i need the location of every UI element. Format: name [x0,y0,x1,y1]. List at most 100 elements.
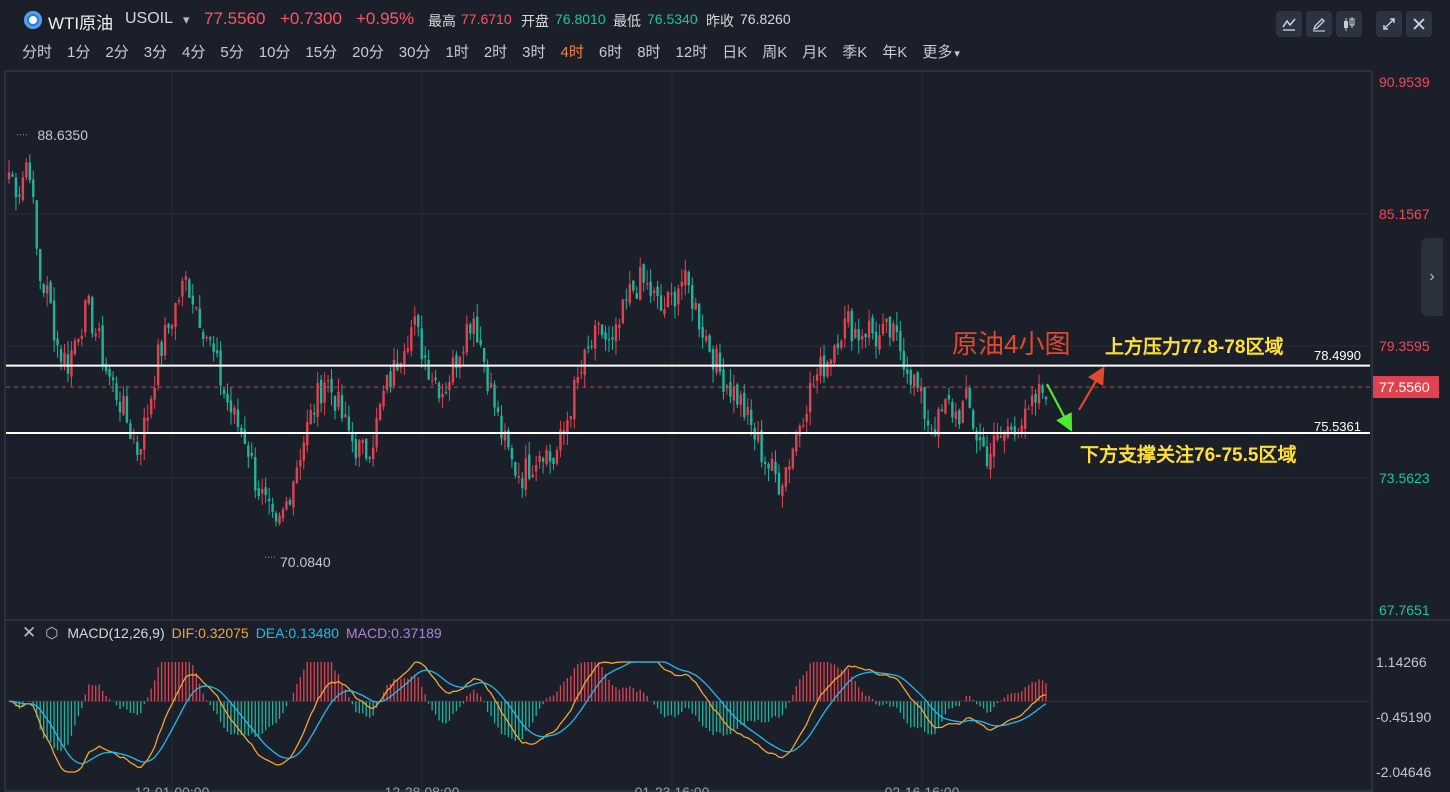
candle-body [729,382,732,397]
x-tick-label: 02-16 16:00 [885,784,960,792]
candle-body [444,391,448,394]
candle-body [7,172,11,180]
candle-body [767,463,770,469]
candle-body [798,425,801,437]
candle-body [496,407,500,413]
candle-body [899,331,902,352]
candle-body [188,279,191,298]
candle-body [63,352,66,366]
candle-body [191,295,195,305]
candle-body [448,382,451,391]
candle-body [202,331,205,339]
candle-body [701,326,704,338]
candle-body [840,340,843,348]
candle-body [781,485,784,497]
candle-body [878,335,881,350]
candle-body [548,451,552,462]
candle-body [11,174,14,177]
candle-body [489,383,493,388]
candle-body [288,499,292,505]
candle-body [534,465,538,472]
candle-body [413,316,416,325]
candle-body [14,177,18,198]
chart-canvas[interactable]: 88.6350 70.0840 90.9539 85.1567 79.3595 73.5… [0,0,1450,792]
macd-value: MACD:0.37189 [345,625,442,641]
candle-body [566,420,569,434]
arrow-up-red [1078,366,1105,411]
candle-body [1034,394,1037,403]
candle-body [826,361,829,377]
candle-body [358,440,361,457]
candle-body [174,302,177,327]
candle-body [652,290,656,294]
candles: 88.6350 70.0840 [7,127,1048,570]
candle-body [70,350,73,377]
candle-body [118,402,122,413]
x-tick-label: 12-28 08:00 [385,784,460,792]
candle-body [947,394,951,400]
candle-body [691,285,694,310]
candle-body [663,309,666,315]
candle-body [881,323,885,335]
candle-body [545,449,548,464]
candle-body [215,350,219,354]
candle-body [528,454,531,479]
candle-body [326,380,330,382]
candle-body [1027,408,1030,410]
candle-body [91,297,94,334]
x-tick-label: 01-23 16:00 [635,784,710,792]
candle-body [420,328,423,360]
candle-body [285,501,288,510]
candle-body [763,461,767,464]
candle-body [687,272,690,286]
candle-body [680,281,684,287]
candle-body [170,324,174,329]
candle-body [153,388,156,400]
candle-body [604,332,607,340]
candle-body [885,318,888,322]
candle-body [271,504,274,512]
candle-body [618,324,621,329]
candle-body [493,384,496,408]
candle-body [80,335,84,340]
candle-body [871,317,874,334]
candle-body [590,346,593,348]
candle-body [66,354,70,374]
candle-body [441,393,444,398]
candle-body [718,352,722,372]
macd-panel: 1.14266 -0.45190 -2.04646 [6,654,1431,780]
macd-label: MACD(12,26,9) [67,625,165,641]
candle-body [805,413,808,422]
candle-body [56,338,59,346]
candle-body [628,284,632,304]
candle-body [417,315,420,327]
support-line-label: 75.5361 [1314,419,1361,434]
candle-body [247,445,250,457]
candle-body [607,339,611,341]
candle-body [639,267,642,301]
candle-body [337,391,340,408]
candle-body [146,417,149,421]
candle-body [226,393,229,403]
candle-body [167,323,170,328]
macd-close-icon[interactable]: ✕ [22,623,36,643]
candle-body [961,401,964,423]
candle-body [49,282,52,304]
candle-body [219,350,222,386]
expand-sidebar-chevron-icon[interactable]: › [1421,238,1443,316]
candle-body [392,360,396,386]
candle-body [645,283,649,285]
candle-body [42,284,45,294]
candle-body [854,328,857,338]
candle-body [923,386,926,419]
macd-settings-icon[interactable]: ⬡ [45,624,58,642]
candle-body [403,351,406,367]
candle-body [208,337,212,340]
candle-body [434,377,437,380]
candle-body [996,434,999,440]
candle-body [198,308,201,329]
candle-body [750,409,753,426]
macd-dif: DIF:0.32075 [171,625,249,641]
candle-body [35,200,38,249]
y-tick-label: 79.3595 [1379,338,1430,354]
